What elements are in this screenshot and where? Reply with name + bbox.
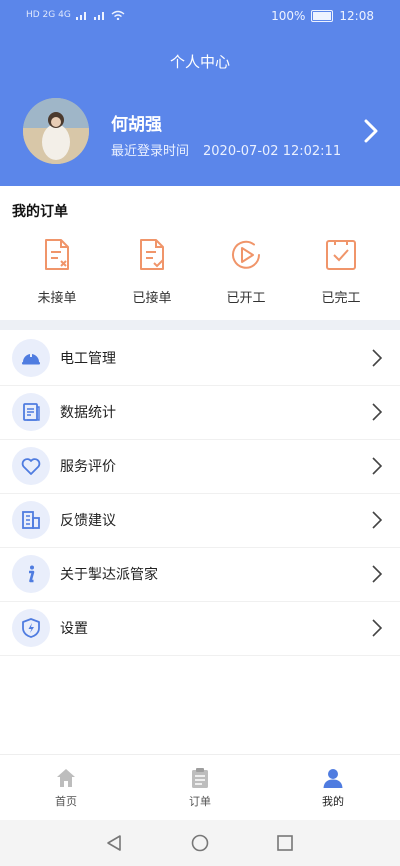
order-accepted-icon <box>140 239 164 270</box>
order-unaccepted[interactable]: 未接单 <box>17 237 97 306</box>
back-icon[interactable] <box>105 834 123 852</box>
chevron-right-icon <box>372 403 382 421</box>
home-icon <box>57 769 75 787</box>
menu-item-settings[interactable]: 设置 <box>0 601 400 656</box>
building-icon <box>12 501 50 539</box>
menu-item-reviews[interactable]: 服务评价 <box>0 439 400 494</box>
status-bar: HD 2G 4G 100% 12:08 <box>0 0 400 34</box>
heart-icon <box>12 447 50 485</box>
nav-home[interactable]: 首页 <box>26 767 106 809</box>
last-login: 最近登录时间 2020-07-02 12:02:11 <box>111 140 341 159</box>
avatar-photo <box>23 98 89 164</box>
menu-label: 反馈建议 <box>60 513 116 529</box>
menu-item-statistics[interactable]: 数据统计 <box>0 385 400 440</box>
wifi-icon <box>111 10 125 20</box>
system-nav-bar <box>0 820 400 866</box>
user-name: 何胡强 <box>111 115 162 135</box>
nav-orders-label: 订单 <box>189 795 211 808</box>
chevron-right-icon <box>372 511 382 529</box>
home-circle-icon[interactable] <box>191 834 209 852</box>
status-time: 12:08 <box>339 9 374 23</box>
menu-item-electrician[interactable]: 电工管理 <box>0 331 400 386</box>
page-title: 个人中心 <box>169 53 230 71</box>
avatar[interactable] <box>23 98 89 164</box>
order-completed[interactable]: 已完工 <box>301 237 381 306</box>
order-completed-icon <box>326 240 356 270</box>
clipboard-icon <box>192 768 208 788</box>
chevron-right-icon[interactable] <box>362 117 380 145</box>
order-unaccepted-icon <box>45 239 69 270</box>
nav-mine-label: 我的 <box>322 795 344 808</box>
nav-orders[interactable]: 订单 <box>160 767 240 809</box>
menu-item-about[interactable]: 关于掣达派管家 <box>0 547 400 602</box>
nav-home-label: 首页 <box>55 795 77 808</box>
chevron-right-icon <box>372 349 382 367</box>
order-accepted[interactable]: 已接单 <box>112 237 192 306</box>
order-started[interactable]: 已开工 <box>206 237 286 306</box>
chevron-right-icon <box>372 457 382 475</box>
chevron-right-icon <box>372 565 382 583</box>
last-login-time: 2020-07-02 12:02:11 <box>203 144 342 159</box>
user-icon <box>323 769 343 788</box>
menu-item-feedback[interactable]: 反馈建议 <box>0 493 400 548</box>
section-divider <box>0 320 400 330</box>
order-started-icon <box>232 240 260 269</box>
bottom-nav: 首页 订单 我的 <box>0 754 400 821</box>
order-started-label: 已开工 <box>226 291 266 306</box>
document-stats-icon <box>12 393 50 431</box>
status-network-label: HD 2G 4G <box>26 10 71 20</box>
nav-mine[interactable]: 我的 <box>293 767 373 809</box>
chevron-right-icon <box>372 619 382 637</box>
order-accepted-label: 已接单 <box>132 291 172 306</box>
signal-icon <box>75 12 86 20</box>
last-login-label: 最近登录时间 <box>111 144 190 159</box>
profile-header: HD 2G 4G 100% 12:08 个人中心 何胡强 最近登录时间 2020-… <box>0 0 400 186</box>
menu-label: 服务评价 <box>60 459 116 475</box>
shield-bolt-icon <box>12 609 50 647</box>
menu-label: 设置 <box>60 621 88 637</box>
helmet-icon <box>12 339 50 377</box>
order-unaccepted-label: 未接单 <box>37 291 77 306</box>
order-completed-label: 已完工 <box>321 291 361 306</box>
menu-label: 数据统计 <box>60 405 116 421</box>
battery-percent: 100% <box>271 9 306 23</box>
signal-icon-2 <box>93 12 104 20</box>
menu-label: 电工管理 <box>60 351 116 367</box>
menu-label: 关于掣达派管家 <box>60 567 158 583</box>
recents-icon[interactable] <box>276 834 294 852</box>
info-icon <box>12 555 50 593</box>
battery-icon <box>311 10 334 22</box>
orders-title: 我的订单 <box>12 204 68 220</box>
